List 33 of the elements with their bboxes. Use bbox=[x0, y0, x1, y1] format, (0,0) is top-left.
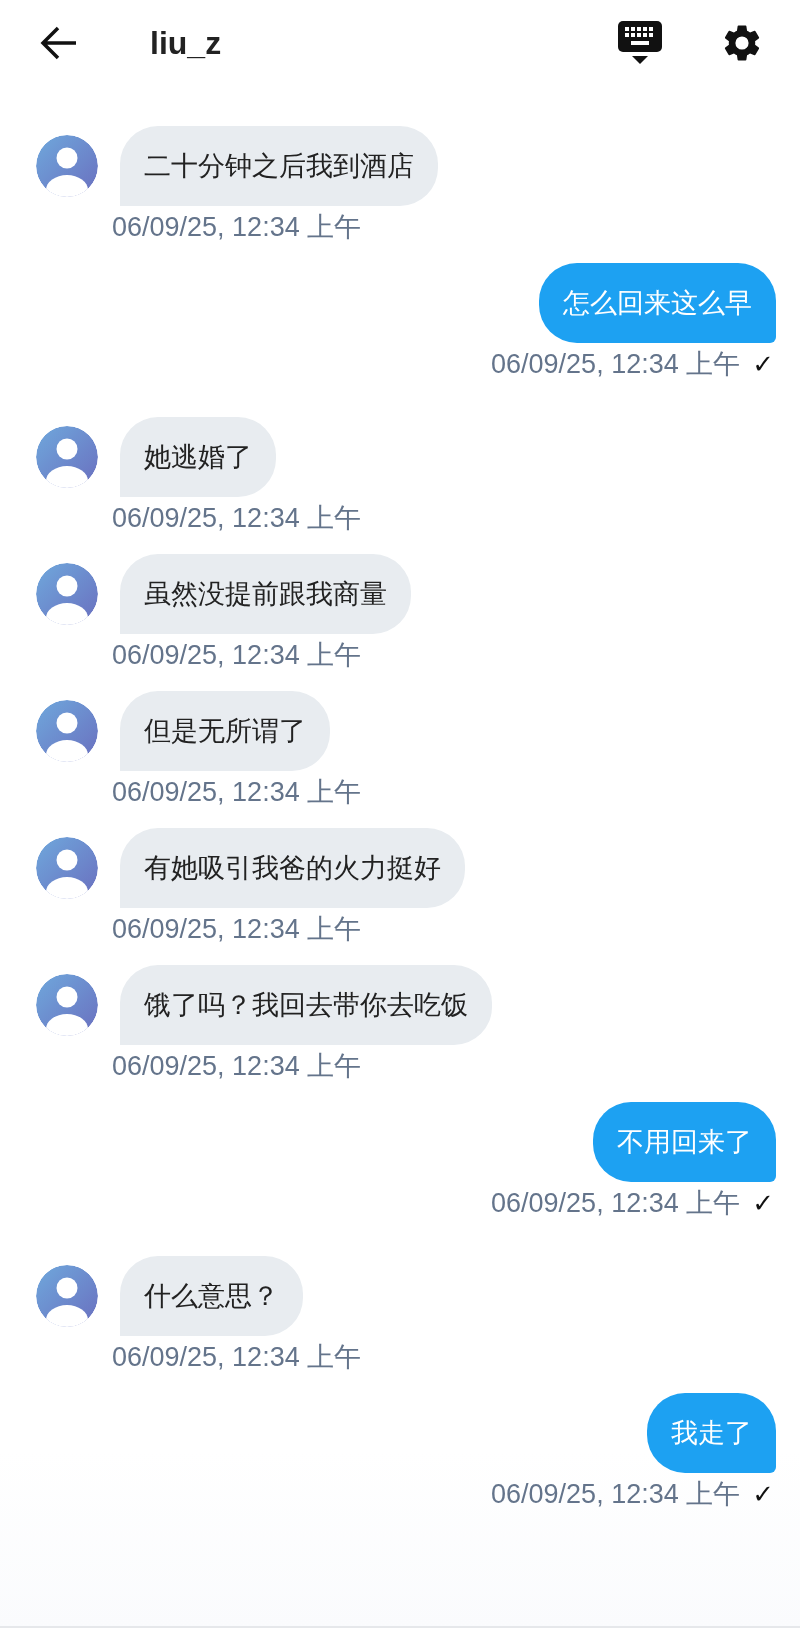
message-bubble: 饿了吗？我回去带你去吃饭 bbox=[120, 965, 492, 1045]
avatar-icon[interactable] bbox=[36, 135, 98, 197]
message-bubble: 不用回来了 bbox=[593, 1102, 776, 1182]
read-tick: ✓ bbox=[752, 1478, 774, 1511]
read-tick: ✓ bbox=[752, 1187, 774, 1220]
avatar-icon[interactable] bbox=[36, 426, 98, 488]
message-bubble: 二十分钟之后我到酒店 bbox=[120, 126, 438, 206]
timestamp: 06/09/25, 12:34 上午 bbox=[112, 1050, 362, 1083]
timestamp: 06/09/25, 12:34 上午 bbox=[112, 913, 362, 946]
message-bubble: 我走了 bbox=[647, 1393, 776, 1473]
timestamp: 06/09/25, 12:34 上午 bbox=[112, 776, 362, 809]
message-bubble: 她逃婚了 bbox=[120, 417, 276, 497]
avatar-icon[interactable] bbox=[36, 1265, 98, 1327]
message-bubble: 怎么回来这么早 bbox=[539, 263, 776, 343]
message-bubble: 有她吸引我爸的火力挺好 bbox=[120, 828, 465, 908]
back-icon[interactable] bbox=[40, 26, 78, 60]
avatar-icon[interactable] bbox=[36, 974, 98, 1036]
chat-title: liu_z bbox=[150, 24, 222, 63]
timestamp: 06/09/25, 12:34 上午 bbox=[491, 348, 741, 381]
timestamp: 06/09/25, 12:34 上午 bbox=[112, 211, 362, 244]
message-bubble: 什么意思？ bbox=[120, 1256, 303, 1336]
timestamp: 06/09/25, 12:34 上午 bbox=[112, 639, 362, 672]
timestamp: 06/09/25, 12:34 上午 bbox=[112, 502, 362, 535]
keyboard-icon[interactable] bbox=[618, 21, 662, 65]
message-bubble: 但是无所谓了 bbox=[120, 691, 330, 771]
timestamp: 06/09/25, 12:34 上午 bbox=[491, 1187, 741, 1220]
timestamp: 06/09/25, 12:34 上午 bbox=[491, 1478, 741, 1511]
message-bubble: 虽然没提前跟我商量 bbox=[120, 554, 411, 634]
avatar-icon[interactable] bbox=[36, 837, 98, 899]
avatar-icon[interactable] bbox=[36, 700, 98, 762]
read-tick: ✓ bbox=[752, 348, 774, 381]
timestamp: 06/09/25, 12:34 上午 bbox=[112, 1341, 362, 1374]
avatar-icon[interactable] bbox=[36, 563, 98, 625]
